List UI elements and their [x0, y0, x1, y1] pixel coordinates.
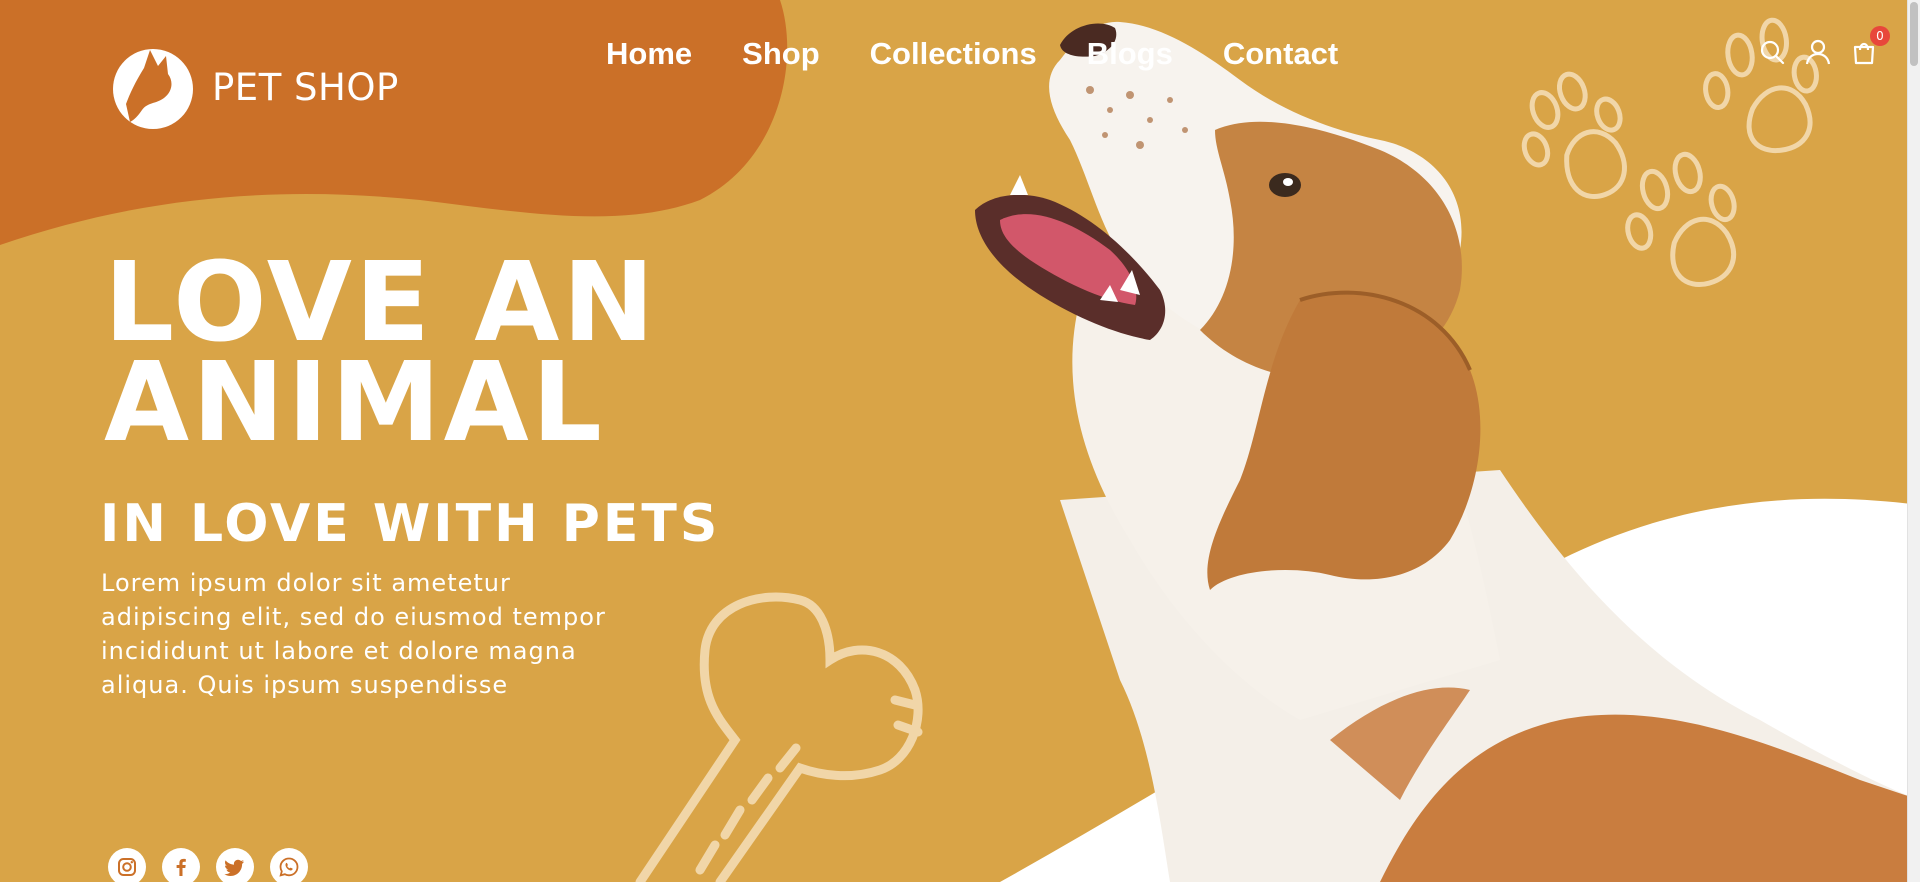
instagram-icon[interactable]	[108, 848, 146, 882]
user-icon[interactable]	[1804, 38, 1832, 66]
page-scrollbar[interactable]	[1907, 0, 1920, 882]
header-actions: 0	[1758, 26, 1890, 66]
nav-blogs[interactable]: Blogs	[1087, 34, 1173, 74]
hero-subtitle: IN LOVE WITH PETS	[100, 494, 721, 554]
nav-shop[interactable]: Shop	[742, 34, 820, 74]
hero-section: PET SHOP Home Shop Collections Blogs Con…	[0, 0, 1920, 882]
social-links	[108, 848, 308, 882]
brand-logo[interactable]: PET SHOP	[108, 44, 399, 130]
main-nav: Home Shop Collections Blogs Contact	[606, 34, 1338, 74]
scrollbar-thumb[interactable]	[1910, 2, 1918, 66]
nav-collections[interactable]: Collections	[870, 34, 1037, 74]
hero-title: LOVE AN ANIMAL	[104, 238, 658, 466]
brand-name: PET SHOP	[212, 65, 399, 109]
hero-title-line-1: LOVE AN	[104, 238, 658, 366]
search-icon[interactable]	[1758, 38, 1786, 66]
dog-logo-icon	[113, 49, 193, 129]
whatsapp-icon[interactable]	[270, 848, 308, 882]
nav-contact[interactable]: Contact	[1223, 34, 1338, 74]
hero-description: Lorem ipsum dolor sit ametetur adipiscin…	[101, 569, 606, 699]
hero-title-line-2: ANIMAL	[104, 338, 605, 466]
cart-count-badge: 0	[1870, 26, 1890, 46]
twitter-icon[interactable]	[216, 848, 254, 882]
nav-home[interactable]: Home	[606, 34, 692, 74]
facebook-icon[interactable]	[162, 848, 200, 882]
shopping-bag-icon[interactable]: 0	[1850, 26, 1890, 66]
